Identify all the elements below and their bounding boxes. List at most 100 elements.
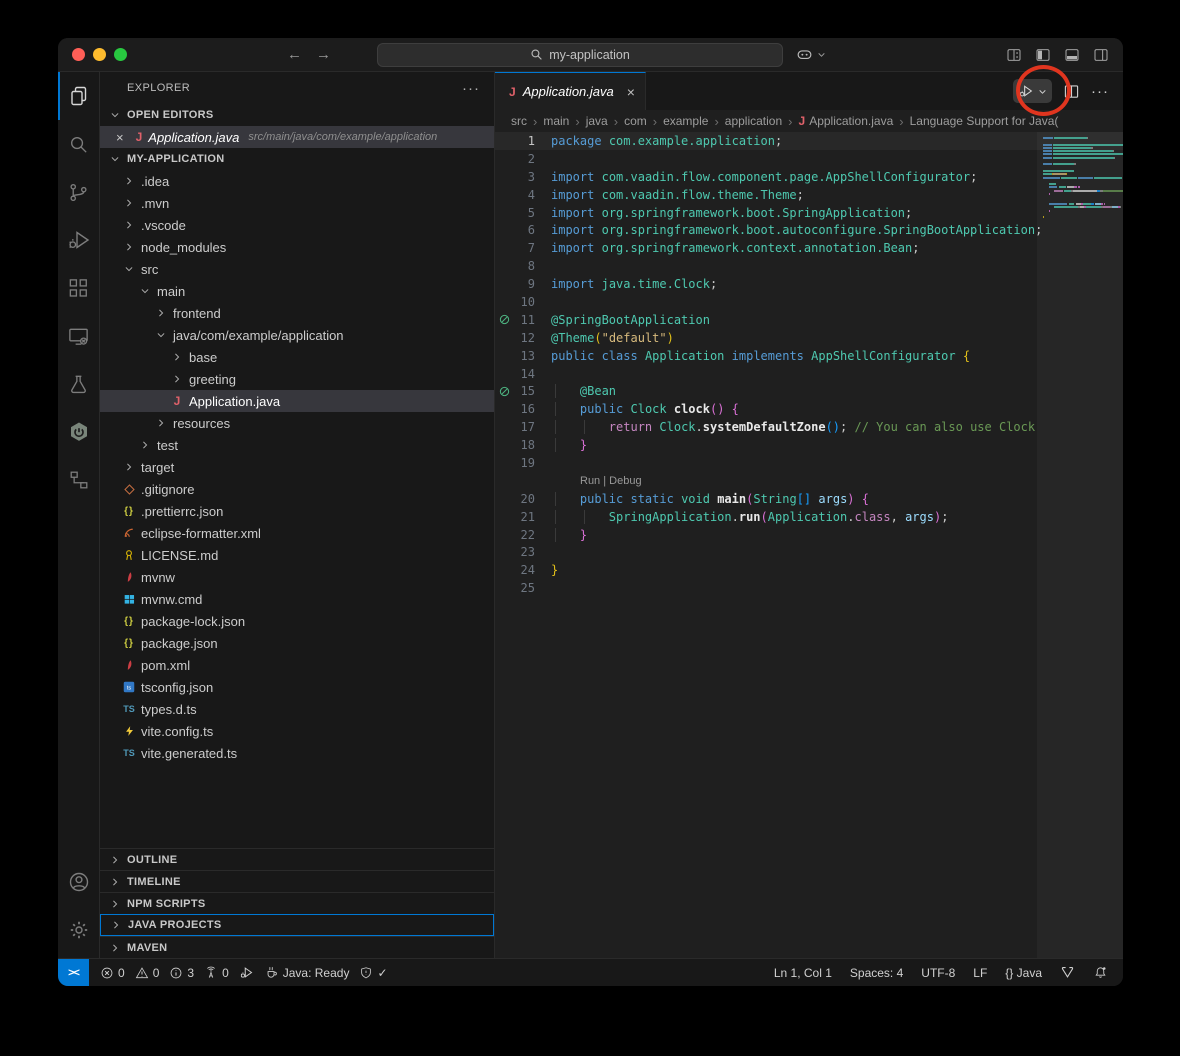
minimap[interactable] [1037, 132, 1123, 958]
status-item-vaadin[interactable] [1055, 965, 1080, 980]
tree-item-types-d-ts[interactable]: TStypes.d.ts [100, 698, 494, 720]
activity-bar-item-settings-gear[interactable] [58, 906, 99, 954]
sidebar-section-npm-scripts[interactable]: NPM SCRIPTS [100, 892, 494, 914]
codelens-run-debug[interactable]: Run | Debug [551, 475, 642, 487]
breadcrumb-java[interactable]: java [586, 114, 608, 128]
status-item-ln-1-col-1[interactable]: Ln 1, Col 1 [769, 966, 837, 980]
line-number: 19 [513, 456, 535, 470]
breadcrumb-src[interactable]: src [511, 114, 527, 128]
tree-item--prettierrc-json[interactable]: {}.prettierrc.json [100, 500, 494, 522]
tree-item-license-md[interactable]: LICENSE.md [100, 544, 494, 566]
code-editor[interactable]: 1package com.example.application;23impor… [495, 132, 1123, 958]
tree-item-mvnw-cmd[interactable]: mvnw.cmd [100, 588, 494, 610]
activity-bar-item-remote-explorer[interactable] [58, 312, 99, 360]
command-center-search[interactable]: my-application [377, 43, 783, 67]
activity-bar-item-account[interactable] [58, 858, 99, 906]
tree-item--mvn[interactable]: .mvn [100, 192, 494, 214]
status-item-ports[interactable]: 0 [199, 959, 234, 986]
copilot-menu[interactable] [795, 45, 826, 64]
more-actions-icon[interactable]: ··· [1091, 83, 1109, 100]
tree-item-java-com-example-application[interactable]: java/com/example/application [100, 324, 494, 346]
toggle-left-panel-icon[interactable] [1035, 47, 1051, 63]
status-item-warnings[interactable]: 0 [130, 959, 165, 986]
breadcrumb-com[interactable]: com [624, 114, 647, 128]
indent-guide [584, 420, 585, 434]
breadcrumb-language-support-for-java-[interactable]: Language Support for Java( [910, 114, 1059, 128]
status-item-spaces-4[interactable]: Spaces: 4 [845, 966, 908, 980]
tree-item-mvnw[interactable]: mvnw [100, 566, 494, 588]
activity-bar-item-structure[interactable] [58, 456, 99, 504]
status-item--java[interactable]: {} Java [1000, 966, 1047, 980]
project-root-header[interactable]: MY-APPLICATION [100, 148, 494, 170]
status-item-bell[interactable] [1088, 965, 1113, 980]
activity-bar-item-extensions[interactable] [58, 264, 99, 312]
spring-bean-icon[interactable] [495, 386, 513, 397]
toggle-right-panel-icon[interactable] [1093, 47, 1109, 63]
status-item-remote[interactable]: >< [58, 959, 89, 986]
status-item-utf-8[interactable]: UTF-8 [916, 966, 960, 980]
tree-item-node-modules[interactable]: node_modules [100, 236, 494, 258]
run-or-debug-button[interactable] [1013, 79, 1052, 103]
tree-item-vite-config-ts[interactable]: vite.config.ts [100, 720, 494, 742]
tree-item-vite-generated-ts[interactable]: TSvite.generated.ts [100, 742, 494, 764]
activity-bar-item-run-debug[interactable] [58, 216, 99, 264]
tree-item-tsconfig-json[interactable]: tstsconfig.json [100, 676, 494, 698]
activity-bar-item-testing[interactable] [58, 360, 99, 408]
status-item-errors[interactable]: 0 [95, 959, 130, 986]
breadcrumb-example[interactable]: example [663, 114, 708, 128]
line-number: 8 [513, 259, 535, 273]
customize-layout-icon[interactable] [1006, 47, 1022, 63]
tree-item-src[interactable]: src [100, 258, 494, 280]
close-icon[interactable]: × [627, 84, 635, 100]
titlebar-layout-controls [1006, 47, 1123, 63]
status-item-info[interactable]: 3 [164, 959, 199, 986]
minimize-window-button[interactable] [93, 48, 106, 61]
forward-icon[interactable]: → [316, 46, 331, 63]
tree-item--gitignore[interactable]: .gitignore [100, 478, 494, 500]
tree-item-test[interactable]: test [100, 434, 494, 456]
tree-item-application-java[interactable]: JApplication.java [100, 390, 494, 412]
tree-item-target[interactable]: target [100, 456, 494, 478]
tree-item-base[interactable]: base [100, 346, 494, 368]
close-icon[interactable]: × [116, 130, 124, 145]
sidebar-section-maven[interactable]: MAVEN [100, 936, 494, 958]
spring-bean-icon[interactable] [495, 314, 513, 325]
back-icon[interactable]: ← [287, 46, 302, 63]
open-editor-item[interactable]: × J Application.java src/main/java/com/e… [100, 126, 494, 148]
tree-item-eclipse-formatter-xml[interactable]: eclipse-formatter.xml [100, 522, 494, 544]
zoom-window-button[interactable] [114, 48, 127, 61]
activity-bar-item-explorer[interactable] [58, 72, 99, 120]
breadcrumb-application[interactable]: application [725, 114, 782, 128]
tree-item-package-lock-json[interactable]: {}package-lock.json [100, 610, 494, 632]
line-number: 5 [513, 206, 535, 220]
sidebar-section-timeline[interactable]: TIMELINE [100, 870, 494, 892]
activity-bar-item-search[interactable] [58, 120, 99, 168]
tree-item--idea[interactable]: .idea [100, 170, 494, 192]
tree-item-greeting[interactable]: greeting [100, 368, 494, 390]
tree-item-resources[interactable]: resources [100, 412, 494, 434]
breadcrumb-main[interactable]: main [543, 114, 569, 128]
section-label: TIMELINE [127, 876, 181, 888]
toggle-bottom-panel-icon[interactable] [1064, 47, 1080, 63]
status-item-lf[interactable]: LF [968, 966, 992, 980]
tab-application-java[interactable]: J Application.java × [495, 72, 646, 110]
status-item-shield-check[interactable]: ✓ [354, 959, 392, 986]
status-item-debug-run[interactable] [234, 959, 259, 986]
sidebar-section-java-projects[interactable]: JAVA PROJECTS [100, 914, 494, 936]
breadcrumb-application-java[interactable]: JApplication.java [799, 114, 894, 128]
status-item-java[interactable]: Java: Ready [259, 959, 355, 986]
structure-icon [68, 469, 90, 491]
line-number: 3 [513, 170, 535, 184]
tree-item--vscode[interactable]: .vscode [100, 214, 494, 236]
tree-item-pom-xml[interactable]: pom.xml [100, 654, 494, 676]
more-actions-icon[interactable]: ··· [462, 80, 480, 97]
tree-item-package-json[interactable]: {}package.json [100, 632, 494, 654]
tree-item-main[interactable]: main [100, 280, 494, 302]
sidebar-section-outline[interactable]: OUTLINE [100, 848, 494, 870]
activity-bar-item-spring-boot-dashboard[interactable] [58, 408, 99, 456]
tree-item-frontend[interactable]: frontend [100, 302, 494, 324]
activity-bar-item-source-control[interactable] [58, 168, 99, 216]
split-editor-icon[interactable] [1064, 84, 1079, 99]
open-editors-header[interactable]: OPEN EDITORS [100, 104, 494, 126]
close-window-button[interactable] [72, 48, 85, 61]
